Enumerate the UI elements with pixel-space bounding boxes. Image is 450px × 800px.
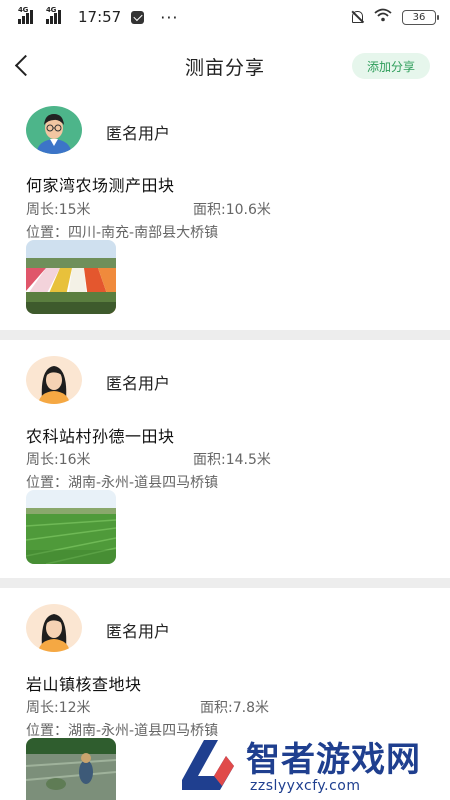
female-avatar-icon [26,604,82,652]
navigation-bar: 测亩分享 添加分享 [0,34,450,98]
area-value: 面积:7.8米 [200,700,269,716]
more-notifications-icon: ··· [160,7,179,27]
message-notification-icon [131,10,145,24]
green-paddy-image[interactable] [26,490,116,564]
card-divider [0,330,450,340]
page-title: 测亩分享 [184,56,265,79]
perimeter-value: 周长:16米 [26,452,91,468]
card-divider [0,578,450,588]
watermark: 智者游戏网 zzslyyxcfy.com [170,728,450,800]
battery-indicator: 36 [402,9,439,25]
perimeter-value: 周长:12米 [26,700,91,716]
signal-icon: 4G [18,6,40,24]
field-title: 何家湾农场测产田块 [26,176,175,195]
signal-icon: 4G [46,6,68,24]
mute-icon [350,10,364,24]
username: 匿名用户 [106,124,171,143]
wifi-icon [374,8,392,26]
area-value: 面积:10.6米 [193,202,271,218]
add-share-button[interactable]: 添加分享 [352,53,430,79]
username: 匿名用户 [106,622,171,641]
watermark-logo-icon [174,730,240,796]
location-text: 位置：四川-南充-南部县大桥镇 [26,225,219,241]
clock: 17:57 [78,8,122,26]
watermark-url: zzslyyxcfy.com [250,778,361,794]
tulip-field-image[interactable] [26,240,116,314]
share-card[interactable]: 匿名用户 何家湾农场测产田块 周长:15米 面积:10.6米 位置：四川-南充-… [0,98,450,330]
field-title: 岩山镇核查地块 [26,675,142,694]
back-arrow-icon[interactable] [12,54,34,78]
location-text: 位置：湖南-永州-道县四马桥镇 [26,475,219,491]
rice-planting-image[interactable] [26,738,116,800]
field-title: 农科站村孙德一田块 [26,427,175,446]
area-value: 面积:14.5米 [193,452,271,468]
perimeter-value: 周长:15米 [26,202,91,218]
male-avatar-icon [26,106,82,154]
status-bar: 4G 4G 17:57 ··· 36 [0,0,450,34]
share-card[interactable]: 匿名用户 农科站村孙德一田块 周长:16米 面积:14.5米 位置：湖南-永州-… [0,340,450,578]
female-avatar-icon [26,356,82,404]
username: 匿名用户 [106,374,171,393]
watermark-name: 智者游戏网 [246,740,421,780]
